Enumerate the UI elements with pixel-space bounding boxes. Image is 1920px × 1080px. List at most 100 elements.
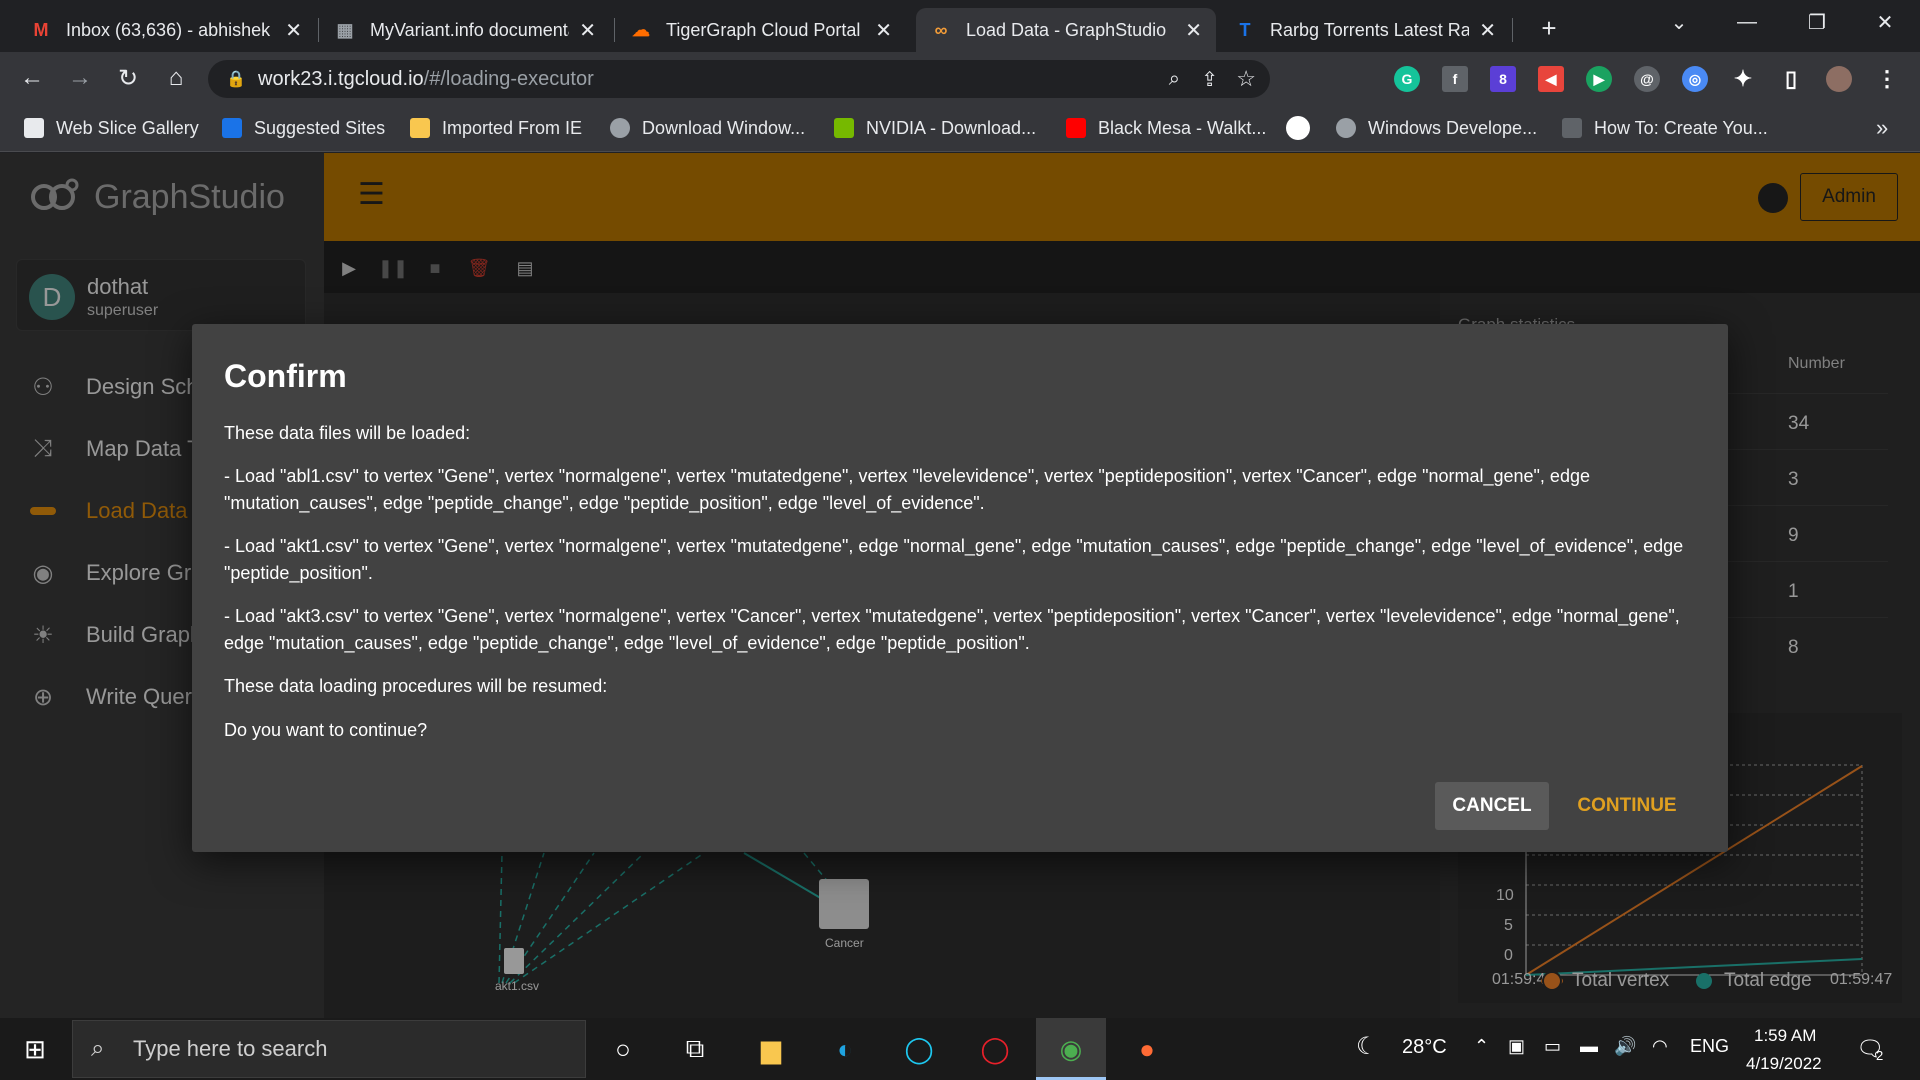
bookmark-item[interactable]: Web Slice Gallery (24, 114, 199, 142)
grammarly-icon[interactable]: G (1394, 66, 1420, 92)
circle-extension-icon[interactable]: ◎ (1682, 66, 1708, 92)
rarbg-icon: T (1239, 19, 1251, 40)
search-icon: ⌕ (91, 1035, 105, 1062)
load-item-akt3: - Load "akt3.csv" to vertex "Gene", vert… (224, 606, 1680, 653)
more-bookmarks-button[interactable]: » (1876, 114, 1888, 142)
globe-icon (1336, 118, 1356, 138)
wifi-icon[interactable]: ◠ (1652, 1036, 1668, 1057)
clock-time[interactable]: 1:59 AM (1754, 1026, 1816, 1046)
zoom-icon[interactable]: ⌕ (1169, 68, 1180, 91)
minimize-button[interactable]: — (1712, 0, 1782, 44)
clock-date[interactable]: 4/19/2022 (1746, 1054, 1822, 1074)
close-tab-icon[interactable]: ✕ (1479, 18, 1496, 43)
task-view-icon[interactable]: ⧉ (676, 1030, 714, 1068)
globe-icon (610, 118, 630, 138)
play-extension-icon[interactable]: ▶ (1586, 66, 1612, 92)
bookmark-star-icon[interactable]: ☆ (1236, 66, 1256, 92)
edge-icon[interactable]: ◐ (826, 1030, 864, 1068)
dialog-intro: These data files will be loaded: (224, 423, 471, 443)
address-bar[interactable]: 🔒 work23.i.tgcloud.io/#/loading-executor… (208, 60, 1270, 98)
youtube-icon (1066, 118, 1086, 138)
restore-button[interactable]: ❐ (1782, 0, 1852, 44)
close-tab-icon[interactable]: ✕ (579, 18, 596, 43)
facebook-icon[interactable]: f (1442, 66, 1468, 92)
cancel-button[interactable]: CANCEL (1435, 782, 1549, 830)
battery-icon[interactable]: ▬ (1580, 1036, 1598, 1057)
tab-rarbg[interactable]: T Rarbg Torrents Latest Rarb ✕ (1220, 8, 1510, 52)
file-explorer-icon[interactable]: ▆ (752, 1030, 790, 1068)
tab-title: Load Data - GraphStudio (966, 19, 1167, 40)
bookmark-item[interactable]: NVIDIA - Download... (834, 114, 1036, 142)
share-icon[interactable]: ⇪ (1201, 67, 1218, 92)
extension-badge-icon[interactable]: 8 (1490, 66, 1516, 92)
bookmark-folder[interactable]: Imported From IE (410, 114, 582, 142)
alexa-icon[interactable]: ◯ (900, 1030, 938, 1068)
tigergraph-icon: ☁ (632, 19, 650, 40)
close-tab-icon[interactable]: ✕ (1185, 18, 1202, 43)
close-tab-icon[interactable]: ✕ (285, 18, 302, 43)
search-placeholder: Type here to search (133, 1036, 328, 1061)
extensions-puzzle-icon[interactable]: ✦ (1730, 66, 1756, 92)
language-indicator[interactable]: ENG (1690, 1036, 1729, 1057)
confirm-dialog: Confirm These data files will be loaded:… (192, 324, 1728, 852)
weather-icon[interactable]: ☾ (1356, 1032, 1378, 1061)
notifications-count: 2 (1876, 1048, 1884, 1063)
chrome-icon[interactable]: ◉ (1052, 1030, 1090, 1068)
cast-extension-icon[interactable]: ◀ (1538, 66, 1564, 92)
close-window-button[interactable]: ✕ (1850, 0, 1920, 44)
new-tab-button[interactable]: + (1514, 6, 1584, 50)
continue-button[interactable]: CONTINUE (1568, 782, 1686, 830)
folder-icon (410, 118, 430, 138)
lock-icon: 🔒 (226, 71, 246, 88)
tab-divider (614, 18, 615, 42)
bookmark-item[interactable]: Suggested Sites (222, 114, 385, 142)
close-tab-icon[interactable]: ✕ (875, 18, 892, 43)
volume-icon[interactable]: 🔊 (1614, 1036, 1636, 1057)
reload-button[interactable]: ↻ (112, 62, 144, 94)
more-menu-icon[interactable]: ⋮ (1874, 66, 1900, 92)
document-icon: ▦ (336, 19, 354, 40)
profile-avatar[interactable] (1826, 66, 1852, 92)
meet-now-icon[interactable]: ▣ (1508, 1036, 1525, 1057)
tab-divider (318, 18, 319, 42)
side-panel-icon[interactable]: ▯ (1778, 66, 1804, 92)
display-icon[interactable]: ▭ (1544, 1036, 1561, 1057)
tab-load-data[interactable]: ∞ Load Data - GraphStudio ✕ (916, 8, 1216, 52)
tray-chevron-icon[interactable]: ⌃ (1474, 1036, 1489, 1057)
tab-title: TigerGraph Cloud Portal (666, 19, 861, 40)
google-icon (1286, 116, 1310, 140)
back-button[interactable]: ← (16, 62, 48, 94)
dialog-title: Confirm (224, 358, 347, 394)
nvidia-icon (834, 118, 854, 138)
tab-divider (1512, 18, 1513, 42)
bookmarks-bar: Web Slice Gallery Suggested Sites Import… (0, 104, 1920, 152)
windows-taskbar: ⊞ ⌕ Type here to search ○ ⧉ ▆ ◐ ◯ ◯ ◉ ● … (0, 1018, 1920, 1080)
taskbar-search-box[interactable]: ⌕ Type here to search (72, 1020, 586, 1078)
at-extension-icon[interactable]: @ (1634, 66, 1660, 92)
tab-title: Rarbg Torrents Latest Rarb (1270, 19, 1470, 40)
forward-button[interactable]: → (64, 62, 96, 94)
bookmark-item[interactable] (1286, 114, 1322, 142)
dialog-question: Do you want to continue? (224, 720, 428, 740)
weather-temperature[interactable]: 28°C (1402, 1036, 1447, 1059)
tab-search-chevron-icon[interactable]: ⌄ (1644, 0, 1714, 44)
browser-toolbar: ← → ↻ ⌂ 🔒 work23.i.tgcloud.io/#/loading-… (0, 52, 1920, 104)
load-item-akt1: - Load "akt1.csv" to vertex "Gene", vert… (224, 536, 1684, 583)
tab-tigergraph-portal[interactable]: ☁ TigerGraph Cloud Portal ✕ (616, 8, 906, 52)
opera-icon[interactable]: ◯ (976, 1030, 1014, 1068)
bookmark-item[interactable]: How To: Create You... (1562, 114, 1768, 142)
bookmark-item[interactable]: Black Mesa - Walkt... (1066, 114, 1266, 142)
gmail-icon: M (33, 19, 49, 40)
tab-gmail[interactable]: M Inbox (63,636) - abhishek ✕ (16, 8, 316, 52)
windows-start-icon[interactable]: ⊞ (16, 1030, 54, 1068)
cortana-icon[interactable]: ○ (604, 1030, 642, 1068)
home-button[interactable]: ⌂ (160, 62, 192, 94)
url-host: work23.i.tgcloud.io (258, 67, 424, 90)
postman-icon[interactable]: ● (1128, 1030, 1166, 1068)
bookmark-item[interactable]: Download Window... (610, 114, 805, 142)
lock-bookmark-icon (1562, 118, 1582, 138)
bookmark-item[interactable]: Windows Develope... (1336, 114, 1537, 142)
graphstudio-icon: ∞ (934, 19, 948, 40)
tab-myvariant[interactable]: ▦ MyVariant.info documenta ✕ (320, 8, 610, 52)
url-path: /#/loading-executor (423, 67, 594, 90)
